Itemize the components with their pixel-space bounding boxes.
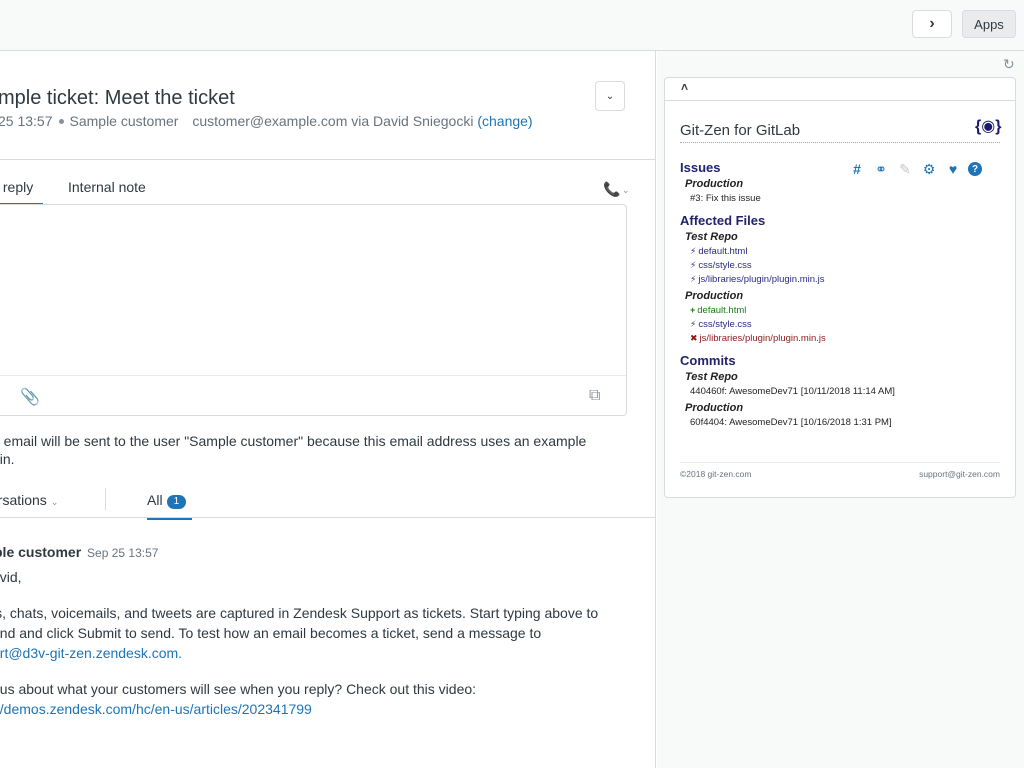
message-author: ple customer Sep 25 13:57 bbox=[0, 544, 158, 560]
apps-button[interactable]: Apps bbox=[962, 10, 1016, 38]
hash-icon[interactable]: # bbox=[848, 160, 866, 178]
repo-name: Test Repo bbox=[685, 371, 738, 383]
modified-icon: ⚡ bbox=[690, 260, 697, 270]
change-link[interactable]: (change) bbox=[477, 113, 532, 129]
notice-line: ain. bbox=[0, 451, 15, 467]
git-zen-app: ˄ Git-Zen for GitLab {◉} # ⚭ ✎ ⚙ ♥ ? Iss… bbox=[664, 77, 1016, 498]
app-header: ˄ bbox=[665, 78, 1015, 101]
repo-name: Test Repo bbox=[685, 231, 738, 243]
chevron-up-icon[interactable]: ˄ bbox=[681, 80, 688, 94]
requester-via: customer@example.com via David Sniegocki bbox=[192, 113, 474, 129]
divider bbox=[0, 159, 655, 160]
chevron-down-icon[interactable]: ⌄ bbox=[622, 185, 630, 196]
reply-editor[interactable]: 📎 ⧉ bbox=[0, 204, 627, 416]
file-item[interactable]: ⚡ css/style.css bbox=[690, 319, 752, 330]
next-button[interactable]: › bbox=[912, 10, 952, 38]
email-notice: o email will be sent to the user "Sample… bbox=[0, 432, 612, 468]
file-item[interactable]: ✖ js/libraries/plugin/plugin.min.js bbox=[690, 333, 826, 344]
count-badge: 1 bbox=[166, 495, 187, 509]
ticket-date: 25 13:57 bbox=[0, 113, 53, 129]
divider bbox=[680, 462, 1000, 463]
issue-item[interactable]: #3: Fix this issue bbox=[690, 193, 761, 204]
gear-icon[interactable]: ⚙ bbox=[920, 160, 938, 178]
file-item[interactable]: ⚡ default.html bbox=[690, 246, 747, 257]
filter-label: ersations bbox=[0, 492, 47, 508]
commit-item[interactable]: 60f4404: AwesomeDev71 [10/16/2018 1:31 P… bbox=[690, 417, 892, 428]
modified-icon: ⚡ bbox=[690, 246, 697, 256]
copyright-link[interactable]: ©2018 git-zen.com bbox=[680, 469, 751, 479]
apps-sidebar: ↻ ˄ Git-Zen for GitLab {◉} # ⚭ ✎ ⚙ ♥ ? I… bbox=[657, 51, 1024, 768]
removed-icon: ✖ bbox=[690, 333, 698, 343]
support-email-link[interactable]: ort@d3v-git-zen.zendesk.com. bbox=[0, 645, 182, 661]
message-time: Sep 25 13:57 bbox=[87, 546, 159, 560]
file-path: js/libraries/plugin/plugin.min.js bbox=[699, 333, 826, 344]
message-line: ous about what your customers will see w… bbox=[0, 681, 477, 697]
divider bbox=[680, 142, 1000, 143]
repo-name: Production bbox=[685, 402, 744, 414]
file-path: js/libraries/plugin/plugin.min.js bbox=[698, 274, 825, 285]
message-line: ls, chats, voicemails, and tweets are ca… bbox=[0, 605, 599, 621]
file-path: css/style.css bbox=[698, 260, 752, 271]
apps-puzzle-icon[interactable]: ⧉ bbox=[589, 387, 600, 405]
message-line: ond and click Submit to send. To test ho… bbox=[0, 625, 542, 641]
affected-files-heading: Affected Files bbox=[680, 213, 766, 228]
support-link[interactable]: support@git-zen.com bbox=[919, 469, 1000, 479]
phone-call-icon[interactable]: 📞 bbox=[603, 181, 620, 198]
notice-line: o email will be sent to the user "Sample… bbox=[0, 433, 587, 449]
divider bbox=[0, 517, 655, 518]
file-path: default.html bbox=[697, 305, 747, 316]
author-name[interactable]: ple customer bbox=[0, 544, 81, 560]
modified-icon: ⚡ bbox=[690, 319, 697, 329]
commit-item[interactable]: 440460f: AwesomeDev71 [10/11/2018 11:14 … bbox=[690, 386, 895, 397]
requester-name[interactable]: Sample customer bbox=[70, 113, 179, 129]
editor-footer-divider bbox=[0, 375, 626, 376]
commits-heading: Commits bbox=[680, 353, 736, 368]
tab-all-label: All bbox=[147, 492, 163, 508]
tab-internal-note[interactable]: Internal note bbox=[68, 179, 146, 195]
file-item[interactable]: + default.html bbox=[690, 305, 746, 316]
repo-name: Production bbox=[685, 290, 744, 302]
added-icon: + bbox=[690, 305, 696, 315]
video-link[interactable]: ://demos.zendesk.com/hc/en-us/articles/2… bbox=[0, 701, 312, 717]
help-icon[interactable]: ? bbox=[968, 162, 982, 176]
separator-dot bbox=[58, 118, 64, 124]
conversations-filter[interactable]: ersations⌄ bbox=[0, 492, 58, 508]
link-icon[interactable]: ⚭ bbox=[872, 160, 890, 178]
chevron-down-icon: ⌄ bbox=[605, 90, 615, 102]
attachment-icon[interactable]: 📎 bbox=[20, 387, 40, 407]
ticket-title: mple ticket: Meet the ticket bbox=[0, 87, 235, 109]
gitlab-icon[interactable]: ♥ bbox=[944, 160, 962, 178]
app-title: Git-Zen for GitLab bbox=[680, 122, 801, 139]
tab-public-reply[interactable]: c reply bbox=[0, 179, 43, 206]
git-zen-logo-icon: {◉} bbox=[975, 118, 1002, 135]
issues-heading: Issues bbox=[680, 160, 721, 175]
tab-all[interactable]: All 1 bbox=[147, 492, 192, 520]
app-toolbar: # ⚭ ✎ ⚙ ♥ ? bbox=[848, 160, 982, 178]
top-bar: › Apps bbox=[0, 0, 1024, 51]
ticket-main: mple ticket: Meet the ticket 25 13:57 Sam… bbox=[0, 51, 656, 768]
ticket-meta: 25 13:57 Sample customer customer@example… bbox=[0, 113, 533, 129]
message-line: avid, bbox=[0, 569, 22, 585]
chevron-down-icon: ⌄ bbox=[50, 497, 59, 507]
file-item[interactable]: ⚡ js/libraries/plugin/plugin.min.js bbox=[690, 274, 825, 285]
modified-icon: ⚡ bbox=[690, 274, 697, 284]
pencil-icon: ✎ bbox=[899, 160, 911, 177]
ticket-options-button[interactable]: ⌄ bbox=[595, 81, 625, 111]
file-path: default.html bbox=[698, 246, 748, 257]
file-path: css/style.css bbox=[698, 319, 752, 330]
refresh-icon[interactable]: ↻ bbox=[1003, 56, 1015, 73]
vertical-divider bbox=[105, 488, 106, 510]
repo-name: Production bbox=[685, 178, 744, 190]
file-item[interactable]: ⚡ css/style.css bbox=[690, 260, 752, 271]
